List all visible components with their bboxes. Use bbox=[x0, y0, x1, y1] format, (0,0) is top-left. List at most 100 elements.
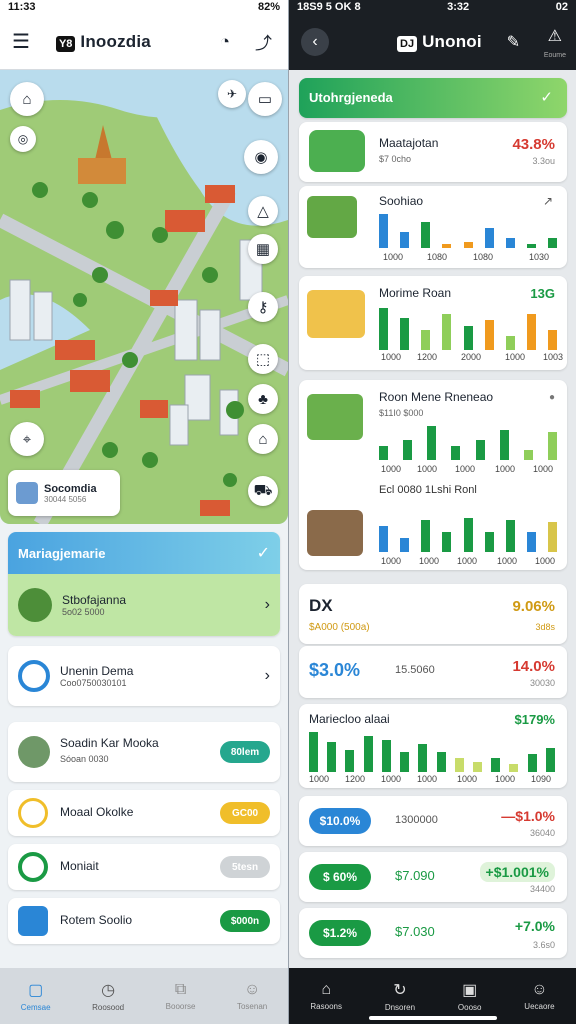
mini-bar-chart bbox=[379, 516, 557, 552]
bar bbox=[454, 758, 464, 772]
stat-value-sub: 36040 bbox=[529, 828, 555, 838]
management-section: Mariagjemarie ✓ Stbofajanna 5o02 5000 › bbox=[8, 532, 280, 636]
pin-icon[interactable]: ◉ bbox=[244, 140, 278, 174]
check-icon[interactable]: ✓ bbox=[257, 543, 270, 563]
bar bbox=[442, 532, 452, 552]
bar bbox=[400, 752, 410, 772]
bar bbox=[548, 522, 557, 552]
chevron-right-icon[interactable]: › bbox=[265, 596, 270, 614]
bar bbox=[421, 222, 431, 248]
stat-row[interactable]: $10.0% 1300000 —$1.0% 36040 bbox=[299, 796, 567, 846]
check-icon[interactable]: ✓ bbox=[540, 88, 553, 106]
bed-icon[interactable]: ▭ bbox=[248, 82, 282, 116]
bar bbox=[526, 244, 536, 248]
tab-label: Uecaore bbox=[524, 1002, 555, 1011]
bar-label: 2000 bbox=[461, 352, 482, 362]
bar-label: 1080 bbox=[427, 252, 448, 262]
bar bbox=[421, 520, 431, 552]
edit-icon[interactable]: ✎ bbox=[507, 32, 520, 52]
list-item[interactable]: Moaal Okolke GC00 bbox=[8, 790, 280, 836]
chevron-right-icon[interactable]: › bbox=[265, 667, 270, 685]
expand-icon[interactable]: ↗ bbox=[543, 194, 553, 208]
tab-label: Tosenan bbox=[236, 1002, 268, 1011]
location-icon[interactable]: ⌖ bbox=[10, 422, 44, 456]
asset-card[interactable]: Morime Roan 13G 1000 1200 2000 1000 1003 bbox=[299, 276, 567, 370]
bar bbox=[463, 326, 473, 350]
bar-label: 1000 bbox=[417, 464, 438, 474]
truck-icon[interactable]: ⛟ bbox=[248, 476, 278, 506]
list-item[interactable]: Soadin Kar Mooka Sóoan 0030 80lem bbox=[8, 722, 280, 782]
stat-row[interactable]: $1.2% $7.030 +7.0% 3.6s0 bbox=[299, 908, 567, 958]
list-item[interactable]: Stbofajanna 5o02 5000 › bbox=[8, 574, 280, 636]
bar bbox=[463, 242, 473, 248]
asset-card[interactable]: Roon Mene Rneneao ● $11I0 $000 1000 1000… bbox=[299, 380, 567, 570]
bar bbox=[451, 446, 461, 460]
list-item[interactable]: Unenin Dema Coo0750030101 › bbox=[8, 646, 280, 706]
row-sub: Coo0750030101 bbox=[60, 678, 127, 688]
tab-sync[interactable]: ↻ Dnsoren bbox=[385, 980, 415, 1012]
lock-icon[interactable]: ⬚ bbox=[248, 344, 278, 374]
house-icon bbox=[307, 394, 363, 440]
stat-pill[interactable]: $ 60% bbox=[309, 864, 371, 890]
stat-row[interactable]: $ 60% $7.090 +$1.001% 34400 bbox=[299, 852, 567, 902]
tab-browse[interactable]: ⧉ Booorse bbox=[166, 981, 196, 1011]
app-header: ☰ Y8 Inoozdia ◔ ⤴ bbox=[0, 14, 288, 70]
bell-icon[interactable]: △ bbox=[248, 196, 278, 226]
asset-card[interactable]: Soohiao ↗ 1000 1080 1080 1030 bbox=[299, 186, 567, 268]
bar bbox=[379, 446, 388, 460]
row-title: Soadin Kar Mooka bbox=[60, 736, 159, 750]
map-location-card[interactable]: Socomdia 30044 5056 bbox=[8, 470, 120, 516]
stat-mid: $7.030 bbox=[395, 924, 435, 939]
notification-icon[interactable]: ◔ bbox=[220, 32, 230, 52]
grid-icon[interactable]: ▦ bbox=[248, 234, 278, 264]
tree-icon[interactable]: ♣ bbox=[248, 384, 278, 414]
list-item[interactable]: Moniait 5tesn bbox=[8, 844, 280, 890]
chart-title: Mariecloo alaai bbox=[309, 712, 390, 726]
menu-icon[interactable]: ☰ bbox=[12, 29, 30, 54]
status-pill[interactable]: GC00 bbox=[220, 802, 270, 824]
bar bbox=[526, 314, 536, 350]
house-icon: ⌂ bbox=[321, 981, 332, 998]
tab-home[interactable]: ▢ Cemsae bbox=[21, 980, 51, 1012]
tab-account[interactable]: ☺ Uecaore bbox=[524, 981, 554, 1011]
row-sub: Sóoan 0030 bbox=[60, 754, 109, 764]
status-pill[interactable]: 80lem bbox=[220, 741, 270, 763]
stat-pill[interactable]: $10.0% bbox=[309, 808, 371, 834]
compass-icon: ◷ bbox=[101, 982, 116, 999]
city-map[interactable]: ⌂ ◎ ⌖ ▭ ✈ ◉ △ ▦ ⚷ ⬚ ♣ ⌂ ⛟ Socomdia 30044… bbox=[0, 70, 288, 524]
bar bbox=[548, 330, 557, 350]
layers-icon[interactable]: ⌂ bbox=[10, 82, 44, 116]
tab-wallet[interactable]: ▣ Oooso bbox=[458, 980, 482, 1012]
key-icon[interactable]: ⚷ bbox=[248, 292, 278, 322]
bar-label: 1000 bbox=[455, 464, 476, 474]
house-icon[interactable]: ⌂ bbox=[248, 424, 278, 454]
list-item[interactable]: Rotem Soolio $000n bbox=[8, 898, 280, 944]
section-header: Utohrgjeneda ✓ bbox=[299, 78, 567, 118]
tab-explore[interactable]: ◷ Roosood bbox=[92, 980, 124, 1012]
stat-pill[interactable]: $1.2% bbox=[309, 920, 371, 946]
app-title-group: DJ Unonoi bbox=[397, 32, 482, 52]
share-icon[interactable]: ⤴ bbox=[255, 29, 272, 54]
tab-home[interactable]: ⌂ Rasoons bbox=[310, 981, 342, 1011]
chart-card[interactable]: Mariecloo alaai $179% 1000 1200 1000 100… bbox=[299, 704, 567, 788]
compass-icon[interactable]: ◎ bbox=[10, 126, 36, 152]
bar-label: 1080 bbox=[473, 252, 494, 262]
stat-card[interactable]: DX $A000 (500a) 9.06% 3d8s bbox=[299, 584, 567, 644]
asset-card[interactable]: Maatajotan $7 0cho 43.8% 3.3ou bbox=[299, 122, 567, 182]
layers-icon: ⧉ bbox=[174, 981, 187, 998]
bar-label: 1000 bbox=[497, 556, 518, 566]
alert-icon[interactable]: ⚠ bbox=[548, 26, 562, 46]
stat-mid: 15.5060 bbox=[395, 664, 435, 676]
back-button[interactable]: ‹ bbox=[301, 28, 329, 56]
temple-icon bbox=[309, 130, 365, 172]
status-pill[interactable]: 5tesn bbox=[220, 856, 270, 878]
stat-card[interactable]: $3.0% 15.5060 14.0% 30030 bbox=[299, 646, 567, 698]
dot-icon[interactable]: ● bbox=[549, 392, 555, 403]
tab-profile[interactable]: ☺ Tosenan bbox=[237, 981, 267, 1011]
rocket-icon[interactable]: ✈ bbox=[218, 80, 246, 108]
stat-value: —$1.0% bbox=[501, 808, 555, 824]
status-pill[interactable]: $000n bbox=[220, 910, 270, 932]
tree-avatar-icon bbox=[18, 588, 52, 622]
app-header: ‹ DJ Unonoi ✎ ⚠ Eoume bbox=[289, 14, 576, 70]
wallet-icon: ▣ bbox=[462, 982, 478, 999]
